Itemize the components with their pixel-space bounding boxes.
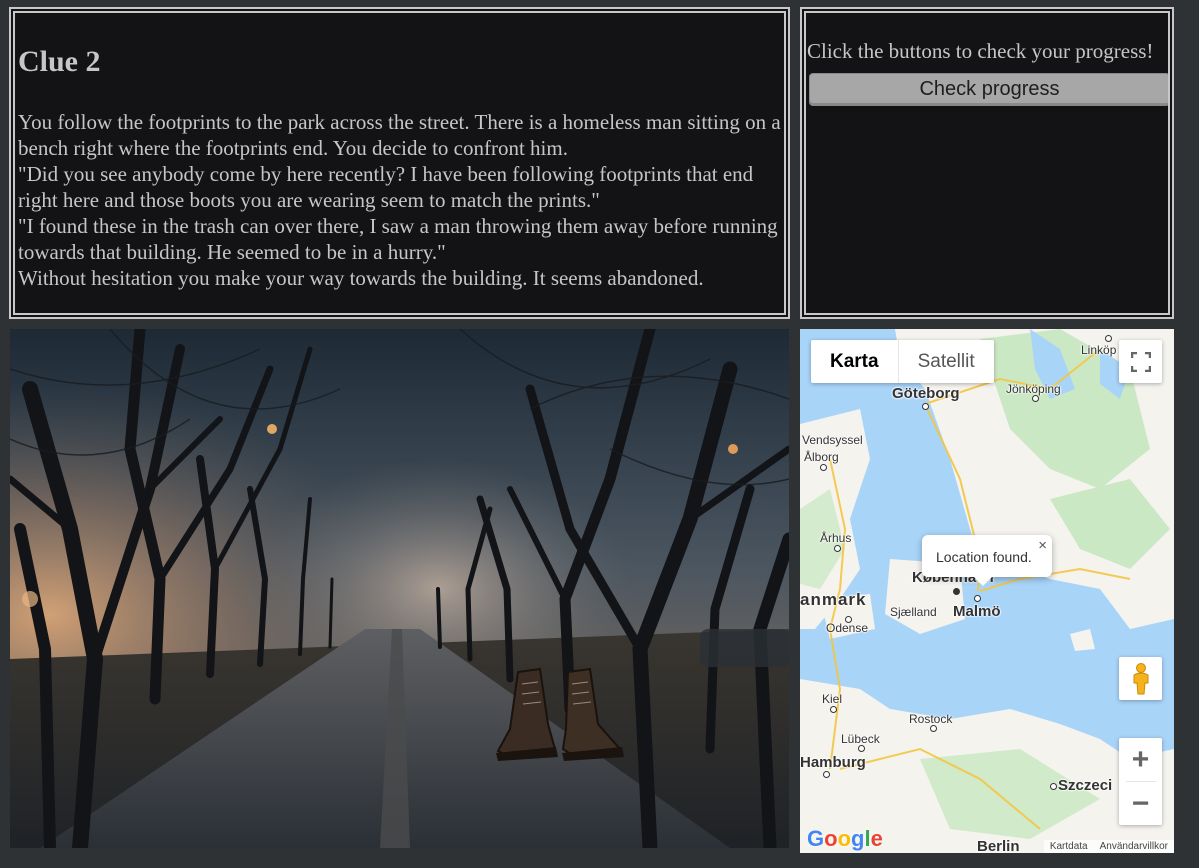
map-label-danmark: anmark xyxy=(800,590,867,609)
fullscreen-button[interactable] xyxy=(1119,340,1162,383)
info-window-text: Location found. xyxy=(936,549,1032,565)
city-marker xyxy=(953,588,960,595)
google-logo-letter: e xyxy=(870,826,883,851)
map-label-jonkoping: Jönköping xyxy=(1006,382,1061,396)
map-label-alborg: Ålborg xyxy=(804,450,839,464)
foggy-park-illustration xyxy=(10,329,789,848)
city-marker xyxy=(845,616,852,623)
map-label-lubeck: Lübeck xyxy=(841,732,880,746)
city-marker xyxy=(823,771,830,778)
clue-panel-inner: Clue 2 You follow the footprints to the … xyxy=(13,11,786,315)
clue-paragraph: "I found these in the trash can over the… xyxy=(18,214,778,264)
clue-title: Clue 2 xyxy=(18,45,101,78)
google-logo-letter: G xyxy=(807,826,825,851)
map-label-kiel: Kiel xyxy=(822,692,843,706)
google-logo-letter: g xyxy=(851,826,865,851)
city-marker xyxy=(1105,335,1112,342)
clue-text: You follow the footprints to the park ac… xyxy=(18,109,781,291)
map-label-berlin: Berlin xyxy=(977,838,1020,853)
location-marker[interactable] xyxy=(974,595,981,602)
progress-hint: Click the buttons to check your progress… xyxy=(807,39,1154,63)
close-icon[interactable]: × xyxy=(1038,537,1047,554)
map-label-linkoping: Linköp xyxy=(1081,343,1117,357)
city-marker xyxy=(830,706,837,713)
map-type-control: Karta Satellit xyxy=(811,340,994,383)
map-label-hamburg: Hamburg xyxy=(800,754,866,771)
clue-paragraph: You follow the footprints to the park ac… xyxy=(18,110,781,160)
city-marker xyxy=(820,464,827,471)
city-marker xyxy=(1050,783,1057,790)
google-map[interactable]: Karta Satellit Linköp Göteborg Jönköping… xyxy=(800,329,1174,853)
map-type-satellite-button[interactable]: Satellit xyxy=(897,340,994,383)
zoom-control: + − xyxy=(1119,738,1162,825)
clue-panel: Clue 2 You follow the footprints to the … xyxy=(9,7,790,319)
clue-paragraph: "Did you see anybody come by here recent… xyxy=(18,162,754,212)
map-label-odense: Odense xyxy=(826,621,869,635)
google-logo-letter: o xyxy=(824,826,838,851)
map-label-arhus: Århus xyxy=(820,531,852,545)
city-marker xyxy=(1032,395,1039,402)
map-footer: Kartdata Användarvillkor xyxy=(1043,840,1174,853)
zoom-out-button[interactable]: − xyxy=(1119,782,1162,825)
city-marker xyxy=(834,545,841,552)
progress-panel: Click the buttons to check your progress… xyxy=(800,7,1174,319)
map-data-link[interactable]: Kartdata xyxy=(1050,841,1088,852)
google-logo-letter: o xyxy=(837,826,852,851)
map-label-malmo: Malmö xyxy=(953,603,1001,620)
check-progress-button[interactable]: Check progress xyxy=(809,73,1168,106)
park-scene-image xyxy=(10,329,789,848)
zoom-in-button[interactable]: + xyxy=(1119,738,1162,781)
map-label-vendsyssel: Vendsyssel xyxy=(802,433,863,447)
city-marker xyxy=(922,403,929,410)
location-info-window: Location found. × xyxy=(922,535,1052,586)
city-marker xyxy=(930,725,937,732)
terms-link[interactable]: Användarvillkor xyxy=(1100,841,1168,852)
map-label-szczecin: Szczeci xyxy=(1058,777,1113,794)
city-marker xyxy=(858,745,865,752)
map-label-goteborg: Göteborg xyxy=(892,385,960,402)
pegman-icon xyxy=(1133,662,1148,694)
clue-paragraph: Without hesitation you make your way tow… xyxy=(18,266,704,290)
street-view-button[interactable] xyxy=(1119,657,1162,700)
google-logo: Google xyxy=(807,826,883,852)
map-label-rostock: Rostock xyxy=(909,712,953,726)
map-label-sjaelland: Sjælland xyxy=(890,605,937,619)
fullscreen-icon xyxy=(1130,351,1151,372)
progress-panel-inner: Click the buttons to check your progress… xyxy=(804,11,1170,315)
map-type-map-button[interactable]: Karta xyxy=(811,340,898,383)
